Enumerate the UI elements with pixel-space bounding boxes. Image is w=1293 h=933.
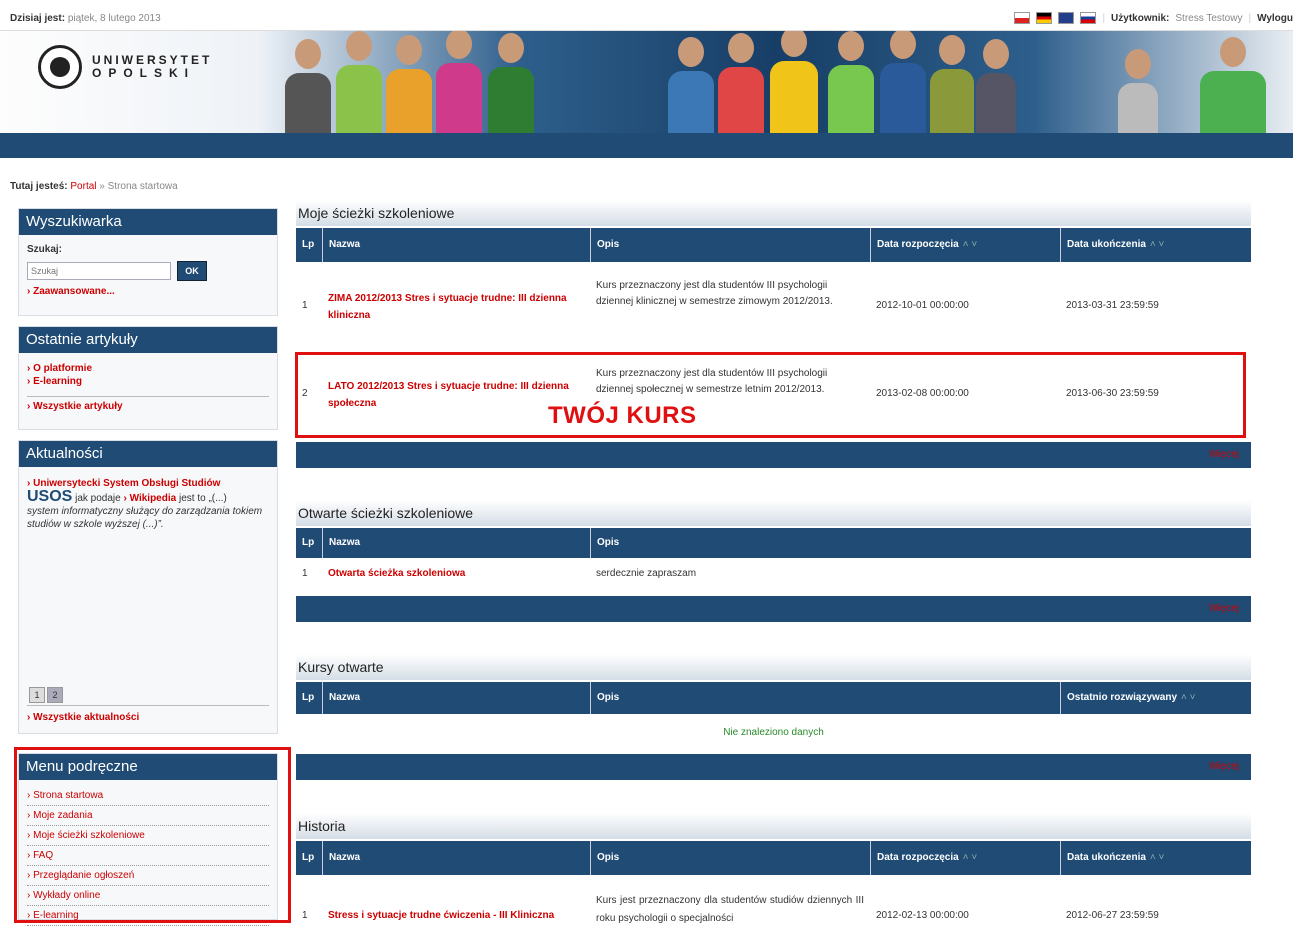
start-date-column-header[interactable]: Data rozpoczęcia ˄ ˅ [870,228,1060,262]
my-paths-title: Moje ścieżki szkoleniowe [296,200,1251,226]
sort-arrows-icon[interactable]: ˄ ˅ [1181,692,1195,703]
open-paths-footer: Więcej [296,596,1251,622]
current-date: Dzisiaj jest: piątek, 8 lutego 2013 [10,13,161,24]
search-panel: Wyszukiwarka Szukaj: OK Zaawansowane... [18,208,278,316]
open-paths-header: Lp Nazwa Opis [296,528,1251,558]
open-courses-header: Lp Nazwa Opis Ostatnio rozwiązywany ˄ ˅ [296,682,1251,714]
history-end-column-header[interactable]: Data ukończenia ˄ ˅ [1060,841,1251,875]
flag-pl-icon[interactable] [1014,12,1031,24]
pager-page-2[interactable]: 2 [47,687,63,703]
article-link-platform[interactable]: O platformie [27,363,269,374]
my-paths-footer: Więcej [296,442,1251,468]
wikipedia-link[interactable]: Wikipedia [124,493,177,504]
open-courses-title: Kursy otwarte [296,654,1251,680]
user-bar: | Użytkownik: Stress Testowy | Wylogu [1014,12,1293,24]
search-input[interactable] [27,262,171,280]
table-row: 1 ZIMA 2012/2013 Stres i sytuacje trudne… [302,280,1159,321]
all-articles-link[interactable]: Wszystkie artykuły [27,401,269,412]
pager-page-1[interactable]: 1 [29,687,45,703]
flag-de-icon[interactable] [1036,12,1053,24]
flag-ru-icon[interactable] [1080,12,1097,24]
flag-gb-icon[interactable] [1058,12,1075,24]
table-row: 1 Otwarta ścieżka szkoleniowa serdecznie… [302,568,697,579]
history-header: Lp Nazwa Opis Data rozpoczęcia ˄ ˅ Data u… [296,841,1251,875]
your-course-annotation: TWÓJ KURS [548,402,697,429]
university-logo[interactable]: UNIWERSYTET OPOLSKI [38,45,212,89]
empty-message: Nie znaleziono danych [723,727,824,738]
articles-panel-title: Ostatnie artykuły [19,327,277,353]
more-link[interactable]: Więcej [1209,603,1239,614]
open-courses-footer: Więcej [296,754,1251,780]
articles-panel: Ostatnie artykuły O platformie E-learnin… [18,326,278,430]
more-link[interactable]: Więcej [1209,761,1239,772]
news-panel-title: Aktualności [19,441,277,467]
quick-menu-highlight-box [14,747,291,923]
sort-arrows-icon[interactable]: ˄ ˅ [963,239,977,250]
site-header: UNIWERSYTET OPOLSKI [0,31,1293,133]
sort-arrows-icon[interactable]: ˄ ˅ [1150,239,1164,250]
course-link[interactable]: ZIMA 2012/2013 Stres i sytuacje trudne: … [328,293,567,321]
search-ok-button[interactable]: OK [177,261,207,281]
sort-arrows-icon[interactable]: ˄ ˅ [1150,852,1164,863]
news-quote: system informatyczny służący do zarządza… [27,506,263,530]
user-name: Stress Testowy [1175,12,1243,24]
history-title: Historia [296,813,1251,839]
advanced-search-link[interactable]: Zaawansowane... [27,286,269,297]
table-row: 1 Stress i sytuacje trudne ćwiczenia - I… [302,895,1159,924]
breadcrumb: Tutaj jesteś: Portal » Strona startowa [10,181,178,192]
last-solved-column-header[interactable]: Ostatnio rozwiązywany ˄ ˅ [1060,682,1251,714]
end-date-column-header[interactable]: Data ukończenia ˄ ˅ [1060,228,1251,262]
sort-arrows-icon[interactable]: ˄ ˅ [963,852,977,863]
search-panel-title: Wyszukiwarka [19,209,277,235]
all-news-link[interactable]: Wszystkie aktualności [27,711,139,724]
user-label: Użytkownik: [1111,12,1170,24]
open-paths-title: Otwarte ścieżki szkoleniowe [296,500,1251,526]
top-bar: Dzisiaj jest: piątek, 8 lutego 2013 | Uż… [0,8,1293,31]
your-course-highlight-box [295,352,1246,438]
breadcrumb-current: Strona startowa [107,181,178,192]
open-path-link[interactable]: Otwarta ścieżka szkoleniowa [328,568,465,579]
history-course-link[interactable]: Stress i sytuacje trudne ćwiczenia - III… [328,910,554,921]
news-pager: 12 [29,687,65,703]
logout-link[interactable]: Wylogu [1257,13,1293,24]
my-paths-header: Lp Nazwa Opis Data rozpoczęcia ˄ ˅ Data u… [296,228,1251,262]
more-link[interactable]: Więcej [1209,449,1239,460]
search-label: Szukaj: [27,244,63,255]
history-start-column-header[interactable]: Data rozpoczęcia ˄ ˅ [870,841,1060,875]
breadcrumb-portal[interactable]: Portal [70,181,96,192]
article-link-elearning[interactable]: E-learning [27,376,269,387]
usos-text: USOS [27,488,73,505]
university-seal-icon [38,45,82,89]
nav-bar [0,133,1293,158]
news-panel: Aktualności Uniwersytecki System Obsługi… [18,440,278,734]
